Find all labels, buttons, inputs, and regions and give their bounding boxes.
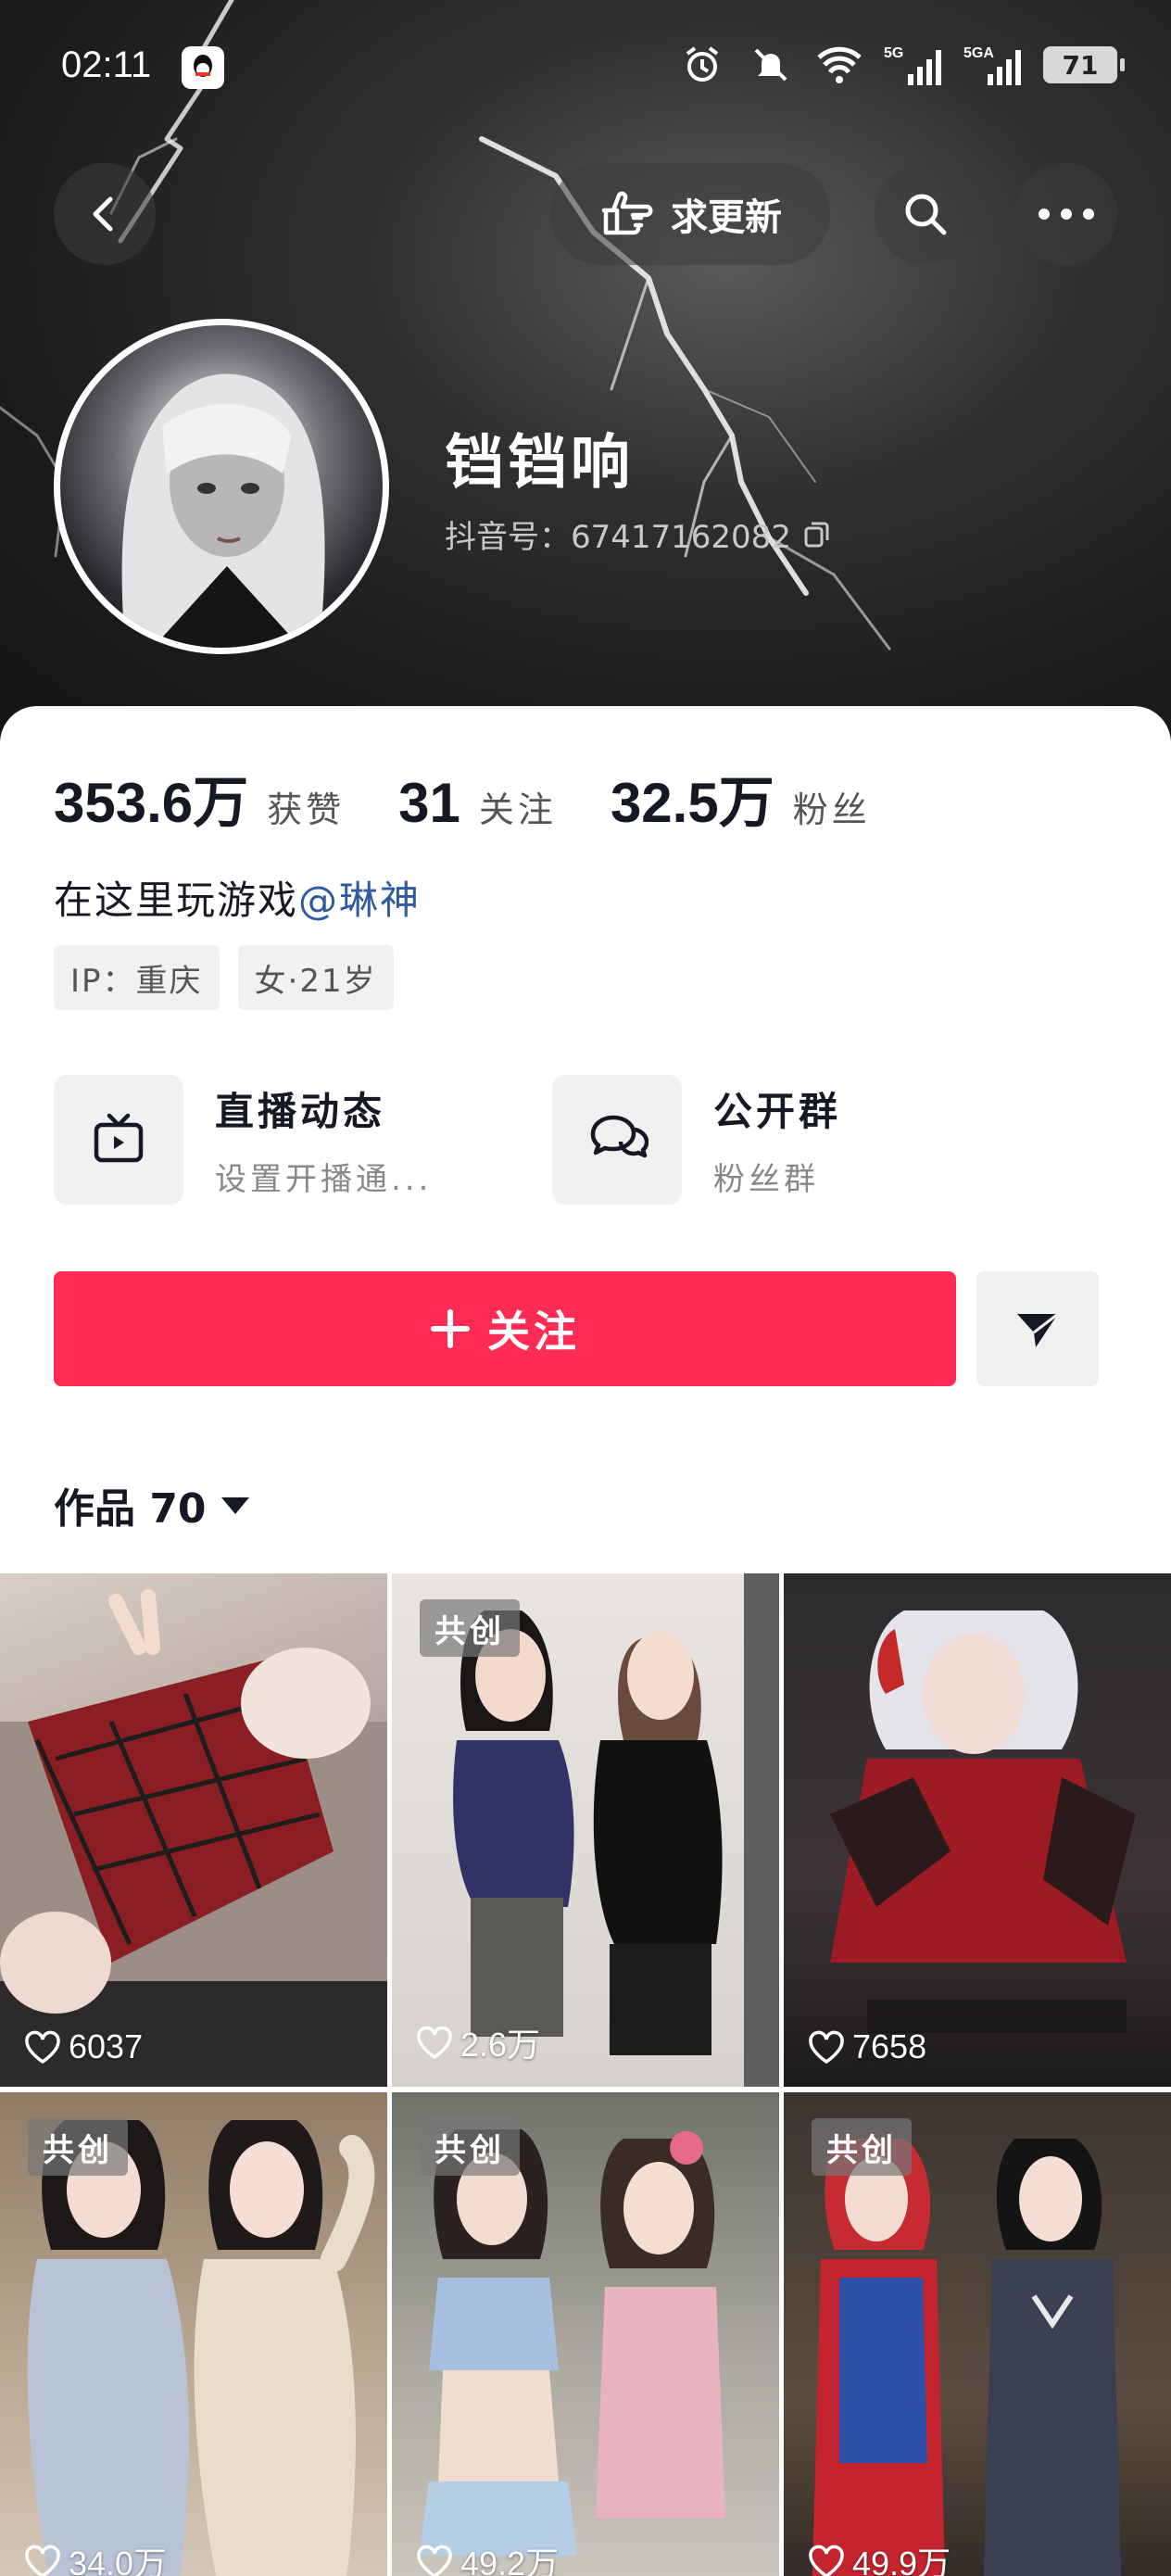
like-count: 49.9万 (808, 2537, 951, 2576)
heart-icon (417, 2026, 452, 2059)
douyin-id-text: 抖音号：67417162082 (445, 519, 791, 556)
mute-icon (747, 41, 795, 89)
like-count-value: 34.0万 (69, 2544, 168, 2576)
like-count: 7658 (808, 2027, 926, 2066)
like-count-value: 49.9万 (852, 2544, 951, 2576)
status-bar: 02:11 5G 5GA 71 (0, 0, 1171, 130)
request-update-label: 求更新 (671, 196, 782, 239)
network-2-label: 5GA (963, 45, 994, 61)
followers-count[interactable]: 32.5万 (611, 758, 774, 839)
heart-icon (25, 2544, 60, 2576)
profile-tags: IP：重庆 女·21岁 (54, 945, 394, 1010)
video-tile[interactable]: 7658 (784, 1573, 1171, 2087)
avatar[interactable] (54, 319, 389, 654)
request-update-button[interactable]: 求更新 (550, 163, 830, 265)
like-count-value: 2.6万 (460, 2026, 541, 2064)
heart-icon (809, 2030, 844, 2064)
share-button[interactable] (976, 1271, 1099, 1386)
douyin-id[interactable]: 抖音号：67417162082 (445, 511, 832, 557)
cocreate-badge: 共创 (812, 2118, 912, 2176)
live-updates-subtitle: 设置开播通... (215, 1161, 433, 1198)
heart-icon (25, 2030, 60, 2064)
stats-row: 353.6万 获赞 31 关注 32.5万 粉丝 (54, 758, 925, 839)
like-count: 6037 (24, 2027, 143, 2066)
caret-down-icon (220, 1497, 249, 1514)
video-thumbnail (0, 1589, 387, 2087)
copy-icon[interactable] (802, 520, 832, 549)
alarm-icon (678, 41, 726, 89)
signal-5ga-icon: 5GA (963, 41, 1023, 89)
heart-icon (417, 2544, 452, 2576)
more-dots-icon (1039, 208, 1094, 220)
group-chat-icon (552, 1075, 682, 1205)
live-updates-entry[interactable]: 直播动态 设置开播通... (54, 1075, 432, 1205)
video-tile[interactable]: 共创 49.2万 (392, 2092, 779, 2576)
video-tile[interactable]: 共创 49.9万 (784, 2092, 1171, 2576)
public-group-entry[interactable]: 公开群 粉丝群 (552, 1075, 841, 1205)
likes-label: 获赞 (267, 789, 346, 830)
follow-label: 关注 (487, 1307, 580, 1357)
bio-text: 在这里玩游戏 (54, 878, 299, 923)
public-group-title: 公开群 (713, 1089, 842, 1134)
send-arrow-icon (1017, 1312, 1059, 1347)
like-count-value: 49.2万 (460, 2544, 560, 2576)
battery-indicator: 71 (1043, 46, 1125, 83)
cocreate-badge: 共创 (420, 2118, 520, 2176)
works-tab[interactable]: 作品 70 (54, 1475, 251, 1534)
more-button[interactable] (1015, 163, 1117, 265)
search-icon (905, 194, 947, 235)
video-tile[interactable]: 共创 34.0万 (0, 2092, 387, 2576)
qq-notification-icon (182, 46, 224, 89)
profile-name: 铛铛响 (445, 429, 634, 498)
like-count: 2.6万 (416, 2018, 540, 2066)
following-count[interactable]: 31 (398, 771, 460, 835)
follow-button[interactable]: 关注 (54, 1271, 956, 1386)
likes-count[interactable]: 353.6万 (54, 758, 248, 839)
plus-icon (431, 1309, 470, 1348)
works-tab-label: 作品 70 (54, 1485, 207, 1533)
like-count: 49.2万 (416, 2537, 559, 2576)
live-updates-title: 直播动态 (215, 1089, 386, 1134)
network-1-label: 5G (884, 45, 903, 61)
bio-mention-link[interactable]: @琳神 (298, 878, 421, 923)
cocreate-badge: 共创 (420, 1599, 520, 1657)
gender-age-tag: 女·21岁 (237, 945, 394, 1010)
live-tv-icon (54, 1075, 183, 1205)
video-tile[interactable]: 共创 2.6万 (392, 1573, 779, 2087)
wifi-icon (815, 41, 863, 89)
video-tile[interactable]: 6037 (0, 1573, 387, 2087)
like-count: 34.0万 (24, 2537, 167, 2576)
cocreate-badge: 共创 (28, 2118, 128, 2176)
followers-label: 粉丝 (792, 789, 871, 830)
search-button[interactable] (875, 163, 976, 265)
video-thumbnail (830, 1610, 1136, 2033)
signal-5g-icon: 5G (884, 41, 943, 89)
back-button[interactable] (54, 163, 156, 265)
pointing-hand-icon (601, 191, 653, 235)
status-time: 02:11 (61, 44, 152, 85)
works-grid: 6037 共创 2.6万 7658 共创 34.0万 共创 49.2万 共创 4… (0, 1573, 1171, 2576)
like-count-value: 6037 (69, 2027, 144, 2065)
heart-icon (809, 2544, 844, 2576)
avatar-portrait (121, 373, 325, 648)
ip-location-tag: IP：重庆 (54, 945, 220, 1010)
public-group-subtitle: 粉丝群 (713, 1161, 819, 1198)
like-count-value: 7658 (852, 2027, 927, 2065)
chevron-left-icon (93, 196, 113, 232)
bio: 在这里玩游戏@琳神 (54, 869, 421, 926)
following-label: 关注 (478, 789, 557, 830)
